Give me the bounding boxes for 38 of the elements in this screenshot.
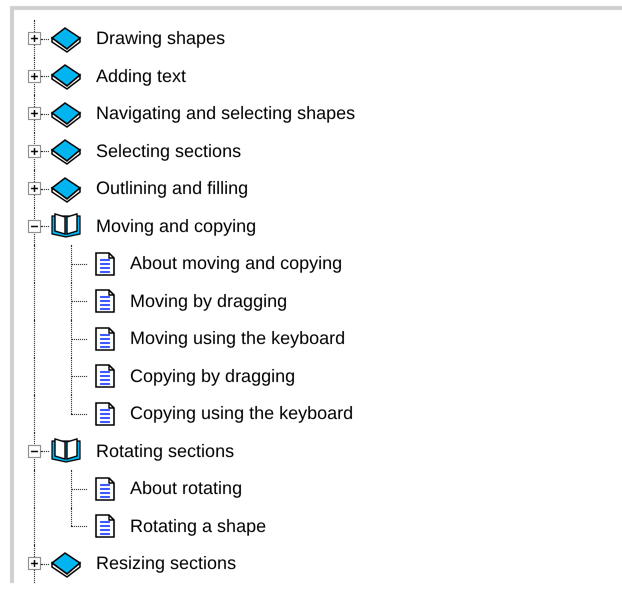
tree-item-label[interactable]: Selecting sections [96,140,242,162]
expander-toggle[interactable] [28,32,41,46]
tree-item-label[interactable]: Drawing shapes [96,28,226,50]
tree-item-label[interactable]: Moving by dragging [130,290,288,312]
open-book-icon [50,437,82,466]
book-icon [50,62,82,90]
tree-item-label[interactable]: Moving using the keyboard [130,328,346,350]
tree-item-label[interactable]: Rotating a shape [130,516,266,537]
book-icon [50,137,82,166]
tree-item-label[interactable]: Rotating sections [96,440,234,462]
expander-toggle[interactable] [28,444,41,458]
expander-toggle[interactable] [28,107,41,120]
tree-item-label[interactable]: About rotating [130,478,242,500]
book-icon [50,24,82,53]
document-icon [95,289,115,314]
expander-toggle[interactable] [28,70,41,83]
open-book-icon [50,212,82,240]
expander-toggle[interactable] [28,182,41,196]
document-icon [95,364,115,388]
book-icon [50,174,82,203]
document-icon [95,402,115,426]
document-icon [95,514,115,538]
document-icon [95,476,115,501]
tree-item-label[interactable]: Resizing sections [96,553,236,574]
book-icon [50,550,82,578]
tree-item-label[interactable]: Copying by dragging [130,366,296,387]
tree-item-label[interactable]: Copying using the keyboard [130,403,354,424]
tree-item-label[interactable]: Moving and copying [96,216,256,237]
book-icon [50,100,82,128]
expander-toggle[interactable] [28,144,41,158]
expander-toggle[interactable] [28,220,41,233]
expander-toggle[interactable] [28,557,41,570]
tree-item-label[interactable]: Outlining and filling [96,178,248,200]
tree-item-label[interactable]: Navigating and selecting shapes [96,103,356,124]
tree-item-label[interactable]: Adding text [96,66,186,87]
document-icon [95,252,115,276]
document-icon [95,326,115,351]
tree-item-label[interactable]: About moving and copying [130,253,342,274]
